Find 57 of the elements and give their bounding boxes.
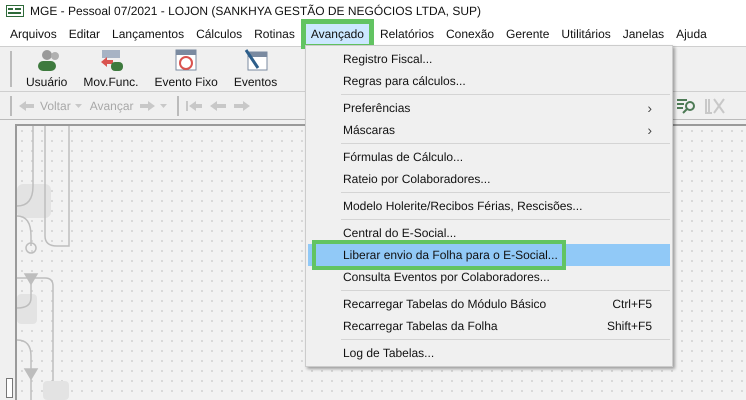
clear-filter-icon[interactable] — [704, 96, 726, 114]
toolbar-button[interactable]: Eventos — [226, 47, 286, 91]
menu-option[interactable]: Registro Fiscal... — [308, 48, 670, 70]
menu-item[interactable]: Editar — [62, 23, 106, 45]
menu-option-label: Modelo Holerite/Recibos Férias, Rescisões... — [342, 198, 584, 215]
menu-option[interactable]: Fórmulas de Cálculo... — [308, 146, 670, 168]
menu-option-label: Máscaras — [342, 122, 396, 139]
toolbar-button[interactable]: Usuário — [18, 47, 76, 91]
forward-arrow-icon — [138, 100, 156, 112]
caret-icon — [74, 104, 82, 108]
toolbar-button[interactable]: Evento Fixo — [146, 47, 226, 91]
menu-option[interactable]: Rateio por Colaboradores... — [308, 168, 670, 190]
first-record-icon[interactable] — [184, 98, 202, 112]
menu-option[interactable]: Máscaras › — [308, 119, 670, 141]
move-icon — [98, 48, 123, 72]
menu-option[interactable]: Log de Tabelas... — [308, 342, 670, 364]
back-arrow-icon — [18, 100, 36, 112]
app-icon — [6, 5, 24, 17]
menu-option-label: Central do E-Social... — [342, 225, 458, 242]
calendar-icon — [174, 48, 198, 72]
submenu-arrow-icon: › — [647, 98, 652, 118]
menu-option[interactable]: Recarregar Tabelas do Módulo Básico Ctrl+F5 — [308, 293, 670, 315]
events-icon — [244, 48, 268, 72]
menu-item[interactable]: Lançamentos — [106, 23, 190, 45]
toolbar-button[interactable]: Mov.Func. — [75, 47, 146, 91]
menu-option-label: Recarregar Tabelas da Folha — [342, 318, 499, 335]
menu-item[interactable]: Arquivos — [4, 23, 63, 45]
shortcut-label: Shift+F5 — [606, 318, 652, 335]
menu-option-label: Liberar envio da Folha para o E-Social... — [312, 240, 566, 270]
menu-option[interactable]: Modelo Holerite/Recibos Férias, Rescisões... — [308, 195, 670, 217]
shortcut-label: Ctrl+F5 — [612, 296, 652, 313]
menu-option[interactable]: Preferências › — [308, 97, 670, 119]
search-list-icon[interactable] — [676, 96, 698, 114]
menu-option-label: Regras para cálculos... — [342, 73, 467, 90]
window-title: MGE - Pessoal 07/2021 - LOJON (SANKHYA GESTÃO DE NEGÓCIOS LTDA, SUP) — [30, 3, 482, 20]
menu-item[interactable]: Janelas — [616, 23, 670, 45]
previous-record-icon[interactable] — [208, 98, 226, 112]
menu-option[interactable]: Recarregar Tabelas da Folha Shift+F5 — [308, 315, 670, 337]
menu-item[interactable]: Rotinas — [248, 23, 301, 45]
menu-option-label: Fórmulas de Cálculo... — [342, 149, 464, 166]
next-record-icon[interactable] — [232, 98, 250, 112]
menu-option-label: Registro Fiscal... — [342, 51, 434, 68]
menu-option[interactable]: Regras para cálculos... — [308, 70, 670, 92]
menu-option-label: Rateio por Colaboradores... — [342, 171, 492, 188]
side-panel-toggle[interactable] — [6, 378, 13, 398]
menu-option-label: Preferências — [342, 100, 412, 117]
menu-item[interactable]: Conexão — [440, 23, 500, 45]
menu-item[interactable]: Gerente — [500, 23, 556, 45]
menu-item[interactable]: Cálculos — [190, 23, 248, 45]
menu-option-label: Log de Tabelas... — [342, 345, 436, 362]
caret-icon — [160, 104, 166, 108]
menu-option-label: Recarregar Tabelas do Módulo Básico — [342, 296, 548, 313]
menu-item[interactable]: Utilitários — [555, 23, 617, 45]
submenu-arrow-icon: › — [647, 120, 652, 140]
menu-option-label: Consulta Eventos por Colaboradores... — [342, 269, 551, 286]
menu-item[interactable]: Relatórios — [374, 23, 440, 45]
menu-item[interactable]: Ajuda — [670, 23, 713, 45]
